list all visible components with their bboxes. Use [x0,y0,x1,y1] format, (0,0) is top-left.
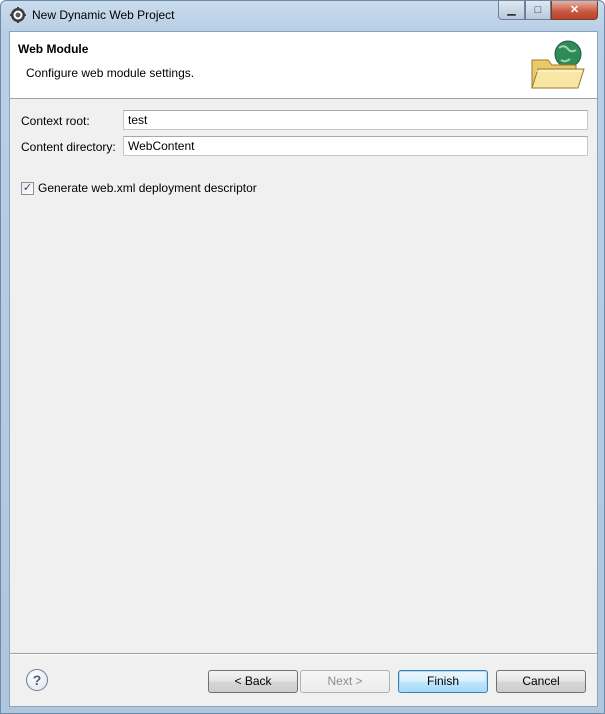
window-title: New Dynamic Web Project [32,8,175,22]
next-button[interactable]: Next > [300,670,390,693]
close-icon: ✕ [569,4,580,16]
title-bar[interactable]: New Dynamic Web Project ▁ □ ✕ [1,1,604,30]
content-directory-label: Content directory: [21,140,116,154]
maximize-button[interactable]: □ [525,1,551,20]
wizard-content: Web Module Configure web module settings… [9,31,598,707]
eclipse-gear-icon [10,7,26,23]
footer-separator [10,653,597,655]
maximize-icon: □ [534,4,542,16]
content-directory-input[interactable] [123,136,588,156]
checkmark-icon: ✓ [22,181,33,194]
wizard-window: New Dynamic Web Project ▁ □ ✕ Web Module… [0,0,605,714]
generate-descriptor-checkbox[interactable]: ✓ [21,181,34,195]
help-icon: ? [32,672,42,688]
folder-globe-icon [531,40,585,89]
minimize-button[interactable]: ▁ [498,1,525,20]
generate-descriptor-option[interactable]: ✓ Generate web.xml deployment descriptor [21,181,257,195]
close-button[interactable]: ✕ [551,1,598,20]
finish-button[interactable]: Finish [398,670,488,693]
wizard-header: Web Module Configure web module settings… [10,32,597,99]
context-root-input[interactable] [123,110,588,130]
help-button[interactable]: ? [26,669,48,691]
context-root-label: Context root: [21,114,90,128]
cancel-button[interactable]: Cancel [496,670,586,693]
generate-descriptor-label: Generate web.xml deployment descriptor [38,181,257,195]
page-description: Configure web module settings. [26,66,195,80]
page-title: Web Module [18,42,89,56]
back-button[interactable]: < Back [208,670,298,693]
minimize-icon: ▁ [507,4,516,16]
